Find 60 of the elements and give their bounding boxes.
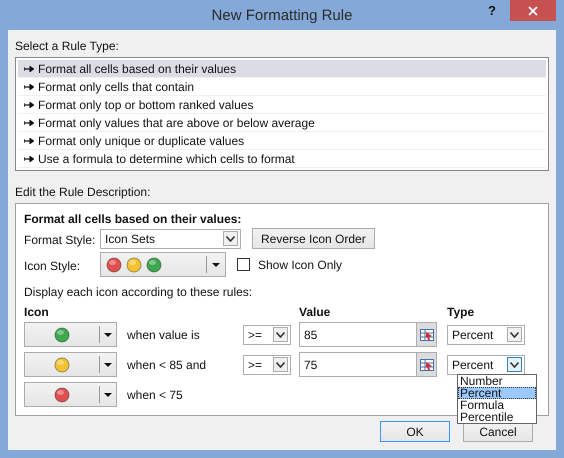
arrow-icon: [24, 84, 34, 90]
condition-label: when < 85 and: [127, 358, 206, 372]
rule-type-item[interactable]: Format only values that are above or below average: [18, 114, 546, 132]
chevron-down-icon: [276, 332, 285, 338]
chevron-down-icon: [226, 236, 235, 242]
caret-down-icon: [104, 392, 112, 396]
dropdown-option[interactable]: Number: [458, 375, 536, 387]
close-button[interactable]: [510, 0, 556, 21]
help-button[interactable]: ?: [488, 3, 496, 18]
range-picker-button[interactable]: [416, 322, 437, 347]
icon-picker[interactable]: [24, 322, 117, 347]
caret-down-icon: [104, 362, 112, 366]
grid-icon: [420, 328, 434, 340]
format-style-select[interactable]: Icon Sets: [100, 228, 241, 248]
column-header: Value: [299, 305, 330, 319]
dropdown-option[interactable]: Percentile: [458, 411, 536, 423]
rule-type-item[interactable]: Format all cells based on their values: [18, 60, 546, 78]
dropdown-option[interactable]: Formula: [458, 399, 536, 411]
operator-select[interactable]: >=: [243, 354, 291, 374]
column-header: Type: [447, 305, 474, 319]
window-title: New Formatting Rule: [212, 6, 352, 24]
checkbox-label: Show Icon Only: [258, 258, 342, 272]
type-select[interactable]: Percent: [447, 324, 525, 344]
condition-label: when < 75: [127, 388, 183, 402]
checkbox[interactable]: [237, 258, 250, 271]
icon-picker[interactable]: [24, 382, 117, 407]
value-field[interactable]: 75: [299, 352, 416, 377]
section-label: Edit the Rule Description:: [15, 185, 152, 199]
description-heading: Format all cells based on their values:: [24, 212, 242, 226]
rule-type-item[interactable]: Use a formula to determine which cells to format: [18, 150, 546, 168]
value-field[interactable]: 85: [299, 322, 416, 347]
column-header: Icon: [24, 305, 49, 319]
range-picker-button[interactable]: [416, 352, 437, 377]
rule-type-item[interactable]: Format only unique or duplicate values: [18, 132, 546, 150]
icon-style-select[interactable]: [100, 252, 226, 277]
close-icon: [528, 6, 538, 16]
icon-picker[interactable]: [24, 352, 117, 377]
type-select[interactable]: Percent: [447, 354, 525, 374]
operator-select[interactable]: >=: [243, 324, 291, 344]
arrow-icon: [24, 102, 34, 108]
arrow-icon: [24, 120, 34, 126]
dialog-button[interactable]: OK: [380, 421, 450, 442]
arrow-icon: [24, 156, 34, 162]
rules-caption: Display each icon according to these rules:: [24, 285, 254, 299]
caret-down-icon: [212, 262, 220, 266]
arrow-icon: [24, 138, 34, 144]
caret-down-icon: [104, 332, 112, 336]
chevron-down-icon: [510, 362, 519, 368]
dropdown-option[interactable]: Percent: [458, 387, 536, 399]
chevron-down-icon: [276, 362, 285, 368]
rule-type-item[interactable]: Format only top or bottom ranked values: [18, 96, 546, 114]
rule-type-item[interactable]: Format only cells that contain: [18, 78, 546, 96]
chevron-down-icon: [510, 332, 519, 338]
section-label: Select a Rule Type:: [15, 39, 120, 53]
arrow-icon: [24, 66, 34, 72]
condition-label: when value is: [127, 328, 200, 342]
field-label: Format Style:: [24, 232, 96, 247]
reverse-icon-order-button[interactable]: Reverse Icon Order: [252, 228, 375, 249]
field-label: Icon Style:: [24, 258, 82, 273]
grid-icon: [420, 358, 434, 370]
